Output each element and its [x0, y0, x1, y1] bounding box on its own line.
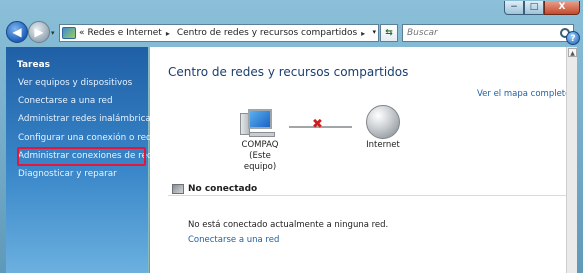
- sidebar-item-configurar-conexion[interactable]: Configurar una conexión o red: [18, 133, 152, 143]
- breadcrumb-separator-icon[interactable]: ▸: [166, 29, 170, 38]
- full-map-link[interactable]: Ver el mapa completo: [477, 89, 570, 99]
- computer-name: COMPAQ: [241, 140, 279, 150]
- close-button[interactable]: X: [544, 1, 580, 15]
- search-box[interactable]: [402, 24, 574, 42]
- highlight-box: [17, 147, 146, 166]
- breadcrumb-centro-redes[interactable]: Centro de redes y recursos compartidos: [177, 28, 357, 38]
- window-controls: − □ X: [504, 1, 580, 15]
- sidebar-title: Tareas: [17, 60, 51, 70]
- main-content: Centro de redes y recursos compartidos V…: [150, 47, 577, 273]
- breadcrumb-redes-internet[interactable]: Redes e Internet: [88, 28, 162, 38]
- address-prefix[interactable]: «: [79, 28, 85, 38]
- tasks-sidebar: Tareas Ver equipos y dispositivos Conect…: [6, 47, 155, 273]
- internet-globe-icon[interactable]: [366, 105, 400, 139]
- minimize-button[interactable]: −: [504, 1, 524, 15]
- internet-label: Internet: [366, 140, 400, 150]
- sidebar-item-conectarse[interactable]: Conectarse a una red: [18, 96, 113, 106]
- sidebar-item-ver-equipos[interactable]: Ver equipos y dispositivos: [18, 78, 132, 88]
- computer-subtitle: (Este equipo): [243, 151, 277, 172]
- address-bar[interactable]: « Redes e Internet ▸ Centro de redes y r…: [59, 24, 379, 42]
- page-title: Centro de redes y recursos compartidos: [168, 65, 409, 79]
- forward-button[interactable]: ▶: [28, 21, 50, 43]
- navigation-bar: ◀ ▶ ▾ « Redes e Internet ▸ Centro de red…: [0, 19, 583, 49]
- red-x-icon: ✖: [312, 117, 323, 132]
- section-divider: [168, 195, 568, 196]
- scroll-up-icon[interactable]: ▲: [568, 48, 577, 57]
- computer-label: COMPAQ (Este equipo): [232, 140, 288, 173]
- sidebar-item-diagnosticar[interactable]: Diagnosticar y reparar: [18, 169, 117, 179]
- network-folder-icon: [62, 27, 76, 39]
- vertical-scrollbar[interactable]: ▲: [566, 47, 577, 273]
- computer-icon[interactable]: [240, 107, 276, 137]
- section-title: No conectado: [188, 184, 258, 194]
- network-icon: [172, 184, 184, 194]
- connect-network-link[interactable]: Conectarse a una red: [188, 235, 279, 245]
- maximize-button[interactable]: □: [524, 1, 544, 15]
- status-message: No está conectado actualmente a ninguna …: [188, 220, 389, 230]
- refresh-button[interactable]: ⇆: [380, 24, 398, 42]
- back-button[interactable]: ◀: [6, 21, 28, 43]
- sidebar-item-redes-inalambricas[interactable]: Administrar redes inalámbricas: [18, 114, 155, 124]
- recent-pages-dropdown-icon[interactable]: ▾: [51, 29, 55, 37]
- address-dropdown-icon[interactable]: ▾: [372, 28, 376, 36]
- search-input[interactable]: [403, 28, 553, 38]
- breadcrumb-separator-icon[interactable]: ▸: [361, 29, 365, 38]
- help-icon[interactable]: ?: [566, 31, 580, 45]
